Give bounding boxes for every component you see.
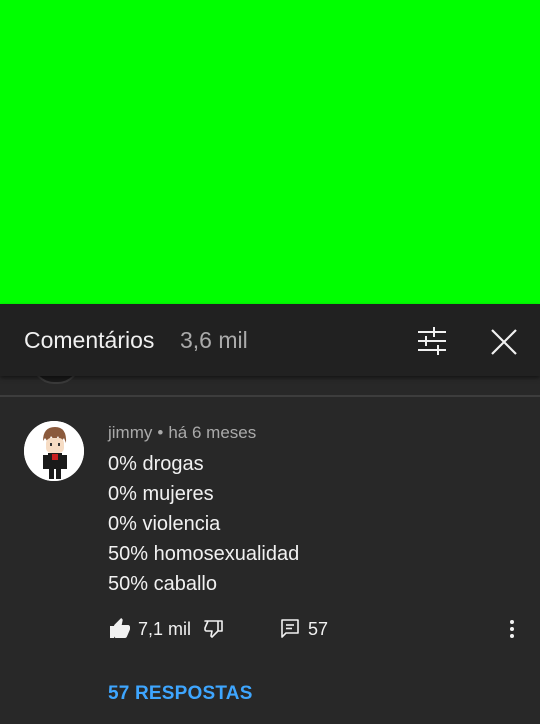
close-button[interactable]: [484, 322, 524, 362]
divider: [0, 395, 540, 397]
avatar[interactable]: [24, 421, 84, 481]
comment-text: 0% drogas 0% mujeres 0% violencia 50% ho…: [108, 449, 299, 599]
comments-header: Comentários 3,6 mil: [0, 304, 540, 376]
comment-time: há 6 meses: [168, 423, 257, 442]
like-count: 7,1 mil: [138, 619, 192, 639]
comment-line: 0% mujeres: [108, 483, 214, 505]
meta-separator: •: [157, 423, 164, 442]
user-avatar-icon: [24, 421, 84, 481]
tune-icon: [418, 327, 446, 355]
comment-actions: 7,1 mil 57: [108, 615, 528, 645]
comment-line: 0% drogas: [108, 453, 204, 475]
reply-count: 57: [308, 619, 329, 639]
comment-meta: jimmy • há 6 meses: [108, 423, 256, 443]
comment-line: 50% homosexualidad: [108, 543, 300, 565]
comment-line: 0% violencia: [108, 513, 221, 535]
comment-icon: [281, 619, 299, 638]
comments-title: Comentários: [24, 327, 155, 353]
comment-author[interactable]: jimmy: [108, 423, 152, 442]
view-replies-link[interactable]: 57 RESPOSTAS: [108, 683, 253, 705]
dislike-button[interactable]: [202, 617, 226, 641]
close-icon: [491, 329, 517, 355]
filter-button[interactable]: [412, 322, 452, 362]
comment-line: 50% caballo: [108, 573, 217, 595]
thumbs-up-icon: [110, 618, 130, 638]
more-options-button[interactable]: [500, 617, 524, 641]
video-player[interactable]: [0, 0, 540, 304]
more-vert-icon: [510, 620, 514, 638]
comments-count: 3,6 mil: [180, 327, 248, 353]
thumbs-down-icon: [204, 620, 223, 638]
reply-button[interactable]: [278, 617, 302, 641]
like-button[interactable]: [108, 617, 132, 641]
